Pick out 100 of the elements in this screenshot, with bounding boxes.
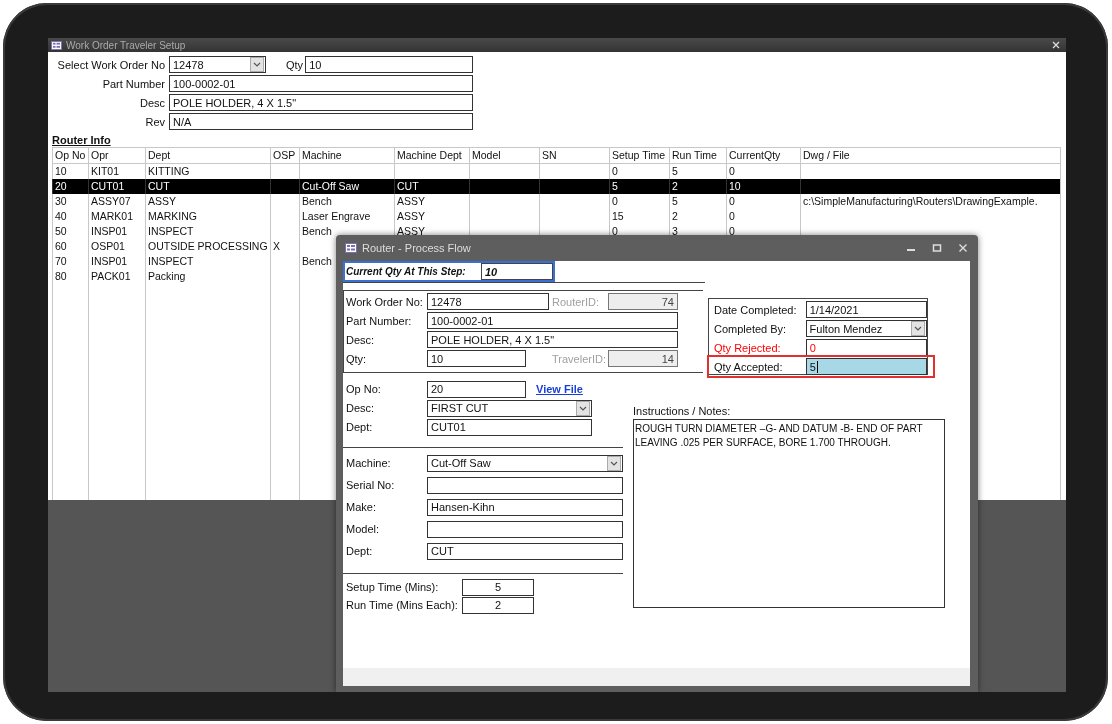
column-header[interactable]: Machine Dept — [394, 147, 470, 164]
window-title: Work Order Traveler Setup — [66, 39, 187, 51]
table-cell: 70 — [52, 254, 89, 269]
field-label: Qty Rejected: — [713, 341, 782, 354]
column-header[interactable]: Run Time — [669, 147, 727, 164]
current-qty-field[interactable]: 10 — [481, 263, 553, 280]
field-label: Run Time (Mins Each): — [346, 599, 459, 611]
text-field[interactable]: CUT — [427, 542, 623, 560]
table-cell: ASSY — [145, 194, 271, 209]
text-field[interactable]: POLE HOLDER, 4 X 1.5" — [169, 94, 473, 111]
table-cell: 2 — [669, 179, 727, 194]
table-cell: INSPECT — [145, 224, 271, 239]
field-label: Rev — [144, 115, 166, 128]
column-header[interactable]: SN — [539, 147, 610, 164]
text-field[interactable]: Hansen-Kihn — [427, 498, 623, 516]
text-field[interactable]: POLE HOLDER, 4 X 1.5" — [427, 331, 678, 348]
table-cell: ASSY — [394, 194, 470, 209]
column-header[interactable]: Setup Time — [609, 147, 670, 164]
section-title: Router Info — [52, 134, 112, 147]
table-row[interactable]: 20 CUT01 CUT Cut-Off Saw CUT 5 2 10 — [52, 179, 1061, 194]
text-field[interactable] — [427, 476, 623, 494]
field-label: Qty Accepted: — [713, 360, 784, 373]
column-header[interactable]: CurrentQty — [726, 147, 801, 164]
table-row[interactable]: 40 MARK01 MARKING Laser Engrave ASSY 15 2 0 — [52, 209, 1061, 224]
table-cell: INSPECT — [145, 254, 271, 269]
table-cell: 30 — [52, 194, 89, 209]
text-field[interactable]: 12478 — [427, 293, 549, 310]
column-header[interactable]: Op No — [52, 147, 89, 164]
notes-field[interactable]: ROUGH TURN DIAMETER –G- AND DATUM -B- END OF PART LEAVING .025 PER SURFACE, BORE 1.700 THROUGH. — [633, 419, 945, 608]
field-label: Qty: — [346, 352, 368, 365]
text-field[interactable]: 5 — [462, 578, 534, 596]
table-cell: ASSY07 — [88, 194, 146, 209]
column-header[interactable]: Machine — [299, 147, 395, 164]
work-order-dropdown[interactable]: 12478 — [169, 56, 266, 73]
table-cell: c:\SimpleManufacturing\Routers\DrawingExample. — [800, 194, 1061, 209]
view-file-link[interactable]: View File — [536, 383, 583, 395]
field-label: Date Completed: — [713, 303, 798, 316]
text-field[interactable]: 20 — [427, 380, 526, 398]
field-label: Desc — [138, 96, 166, 109]
text-field[interactable]: 5 — [805, 358, 927, 375]
table-cell: 80 — [52, 269, 89, 284]
table-cell: CUT — [394, 179, 470, 194]
field-label: Machine: — [346, 457, 392, 469]
table-cell: PACK01 — [88, 269, 146, 284]
dropdown-field[interactable]: Cut-Off Saw — [427, 454, 623, 472]
close-icon[interactable] — [958, 243, 968, 253]
field-label: Qty — [286, 58, 305, 71]
text-field[interactable]: 100-0002-01 — [169, 75, 473, 92]
table-cell: 20 — [52, 179, 89, 194]
text-field[interactable]: 2 — [462, 596, 534, 614]
maximize-icon[interactable] — [932, 243, 942, 253]
table-cell: 5 — [669, 194, 727, 209]
table-cell: CUT01 — [88, 179, 146, 194]
table-cell: OUTSIDE PROCESSING — [145, 239, 271, 254]
text-field[interactable]: CUT01 — [427, 418, 592, 436]
table-cell: Cut-Off Saw — [299, 179, 395, 194]
dropdown-field[interactable]: Fulton Mendez — [805, 320, 927, 337]
column-header[interactable]: Dwg / File — [800, 147, 1061, 164]
table-cell: Packing — [145, 269, 271, 284]
field-label: Work Order No: — [346, 295, 424, 308]
text-field[interactable]: 10 — [427, 350, 526, 367]
table-cell: CUT — [145, 179, 271, 194]
text-field[interactable]: N/A — [169, 113, 473, 130]
field-label: Make: — [346, 501, 377, 513]
table-cell: 0 — [726, 194, 801, 209]
field-label: RouterID: — [552, 295, 601, 308]
table-cell: INSP01 — [88, 254, 146, 269]
table-cell: OSP01 — [88, 239, 146, 254]
column-header[interactable]: Dept — [145, 147, 271, 164]
table-cell: MARKING — [145, 209, 271, 224]
field-label: Instructions / Notes: — [633, 405, 732, 419]
table-cell: 0 — [726, 209, 801, 224]
table-cell: X — [270, 239, 300, 254]
field-label: Setup Time (Mins): — [346, 581, 440, 593]
field-label: Current Qty At This Step: — [346, 266, 467, 277]
qty-field[interactable]: 10 — [305, 56, 474, 73]
column-header[interactable]: OSP — [270, 147, 300, 164]
field-label: Serial No: — [346, 479, 396, 491]
field-label: Op No: — [346, 383, 382, 395]
column-header[interactable]: Model — [469, 147, 540, 164]
field-label: Model: — [346, 523, 381, 535]
table-cell: Laser Engrave — [299, 209, 395, 224]
column-header[interactable]: Opr — [88, 147, 146, 164]
field-label: Completed By: — [713, 322, 788, 335]
text-field[interactable] — [427, 520, 623, 538]
field-label: Desc: — [346, 333, 376, 346]
table-cell: 40 — [52, 209, 89, 224]
field-label: Dept: — [346, 545, 374, 557]
table-cell: 60 — [52, 239, 89, 254]
table-cell: INSP01 — [88, 224, 146, 239]
table-row[interactable]: 30 ASSY07 ASSY Bench ASSY 0 5 0 c:\SimpleManufacturing\Routers\DrawingExample. — [52, 194, 1061, 209]
form-icon — [345, 243, 357, 253]
form-icon — [51, 40, 62, 50]
text-field[interactable]: 1/14/2021 — [805, 301, 927, 318]
close-icon[interactable] — [1052, 41, 1060, 49]
dropdown-field[interactable]: FIRST CUT — [427, 399, 592, 417]
table-cell: 50 — [52, 224, 89, 239]
text-field[interactable]: 100-0002-01 — [427, 312, 678, 329]
field-label: Select Work Order No — [56, 58, 166, 71]
table-cell: 15 — [609, 209, 670, 224]
